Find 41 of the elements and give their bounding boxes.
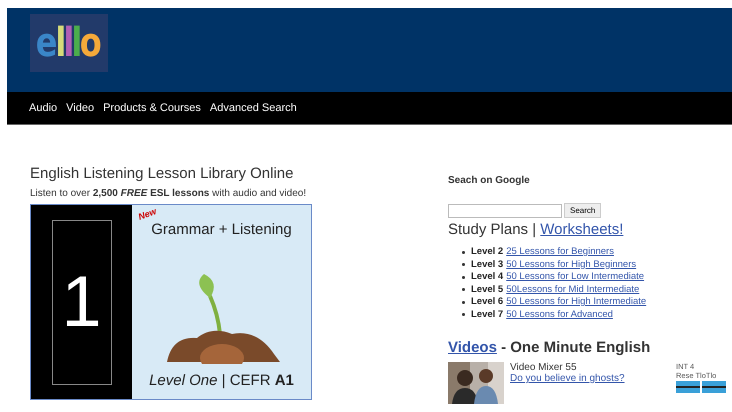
level-label: Level 6	[471, 296, 504, 308]
lesson-link[interactable]: 50 Lessons for High Intermediate	[506, 296, 646, 308]
lesson-link[interactable]: 50 Lessons for High Beginners	[506, 258, 636, 271]
nav-link[interactable]: Audio	[29, 102, 58, 114]
search-heading: Seach on Google	[448, 175, 531, 186]
subtitle: Listen to over 2,500 FREE ESL lessons with audio and video!	[30, 188, 308, 199]
banner-heading: Grammar + Listening	[151, 221, 292, 238]
lesson-link[interactable]: 50 Lessons for Advanced	[506, 308, 613, 321]
bullet-icon	[462, 250, 465, 254]
level-label: Level 3	[471, 258, 504, 271]
lesson-link[interactable]: 50 Lessons for Low Intermediate	[506, 271, 644, 284]
level-label: Level 5	[471, 284, 504, 296]
video-title: Video Mixer 55	[510, 362, 577, 373]
search-field[interactable]	[448, 204, 562, 218]
bullet-icon	[462, 288, 465, 292]
videos-heading: - One Minute English	[500, 339, 650, 356]
new-label: New	[136, 206, 158, 222]
nav-link[interactable]: Video	[66, 102, 94, 114]
flag-icon	[702, 381, 726, 393]
bullet-icon	[462, 313, 465, 316]
search-button[interactable]: Search	[564, 203, 602, 218]
level-label: Level 2	[471, 246, 504, 258]
study-plans-heading: Study Plans |	[448, 221, 538, 238]
nav-link[interactable]: Advanced Search	[210, 102, 297, 114]
flag-icon	[676, 381, 700, 393]
ghosts-question-link[interactable]: Do you believe in ghosts?	[510, 373, 625, 384]
level-label: Level 7	[471, 308, 504, 321]
lesson-link[interactable]: 25 Lessons for Beginners	[506, 246, 614, 258]
page-title: English Listening Lesson Library Online	[30, 165, 294, 182]
banner-caption: Level One | CEFR A1	[149, 372, 294, 389]
lesson-banner[interactable]: 1 New Grammar + Listening Level One | CEFR A1	[30, 204, 312, 400]
bullet-icon	[462, 263, 465, 266]
bullet-icon	[462, 300, 465, 304]
lesson-link[interactable]: 50Lessons for Mid Intermediate	[506, 284, 640, 296]
logo[interactable]: elllo	[30, 14, 108, 72]
worksheets-link[interactable]: Worksheets!	[540, 221, 624, 238]
bullet-icon	[462, 276, 465, 279]
videos-link[interactable]: Videos	[448, 339, 497, 356]
level-label: Level 4	[471, 271, 504, 284]
nav-link[interactable]: Products & Courses	[103, 102, 201, 114]
level-number: 1	[61, 261, 102, 343]
